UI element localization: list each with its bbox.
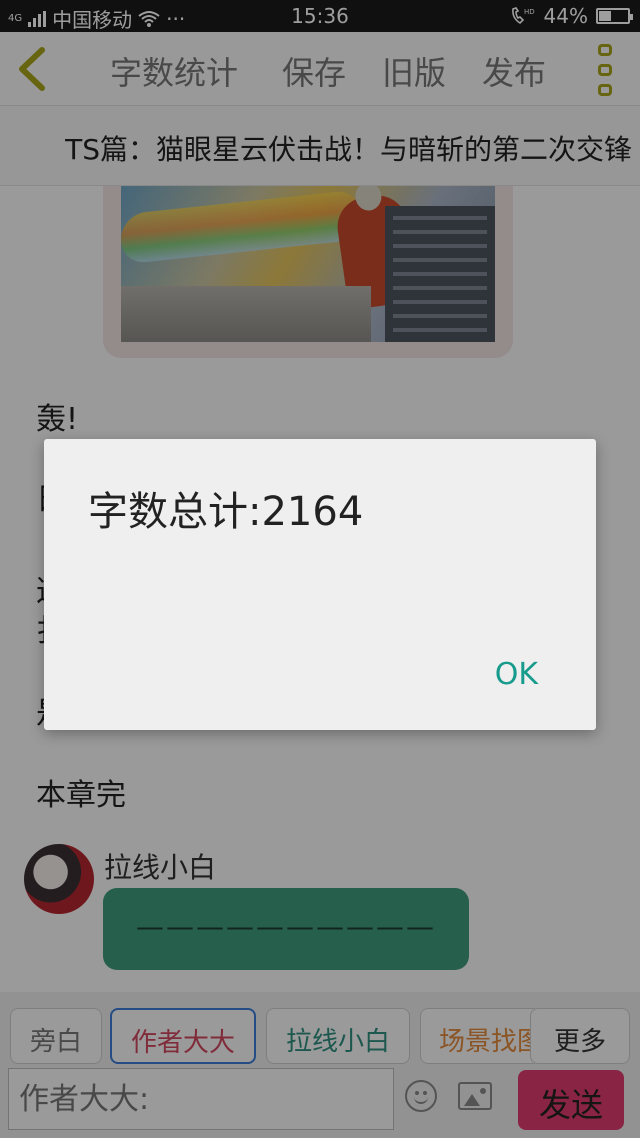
word-count-dialog: 字数总计:2164 OK [44, 439, 596, 730]
ok-button[interactable]: OK [495, 657, 538, 692]
dialog-message: 字数总计:2164 [88, 489, 364, 535]
